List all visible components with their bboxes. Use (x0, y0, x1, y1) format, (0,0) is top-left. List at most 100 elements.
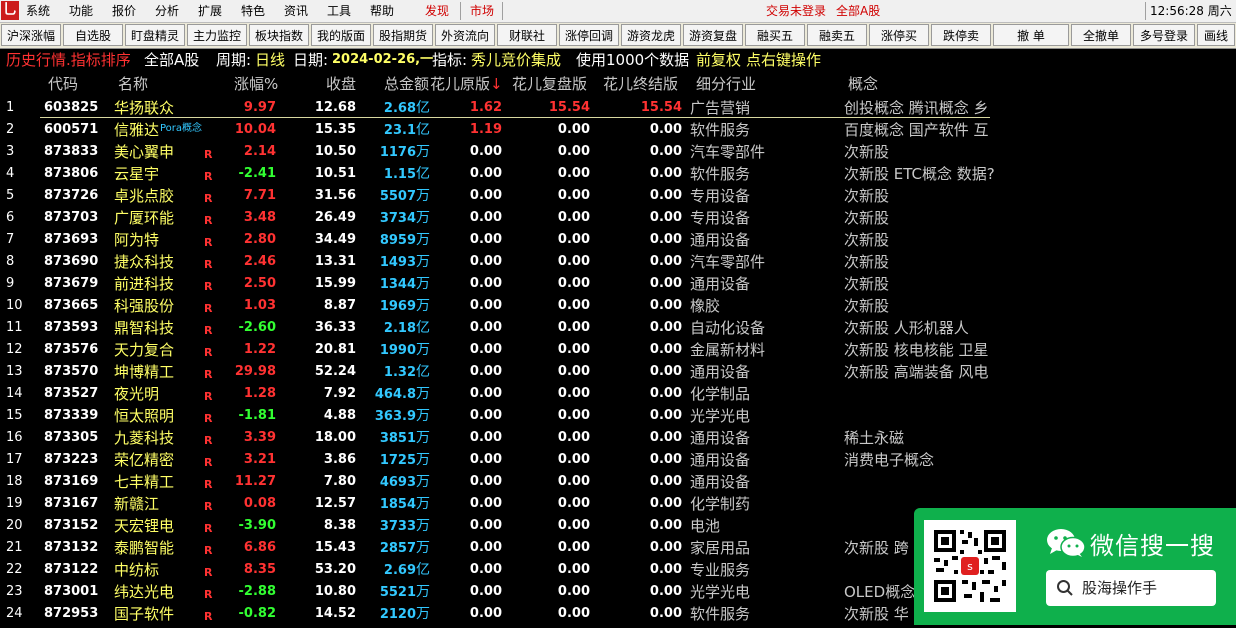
market-scope[interactable]: 全部A股 (836, 0, 880, 22)
wechat-promo[interactable]: s 微信搜一搜 股海操作手 (914, 508, 1236, 625)
col-header-amount[interactable]: 总金额 (384, 74, 429, 94)
col-header-final[interactable]: 花儿终结版 (603, 74, 678, 94)
toolbar-button-7[interactable]: 外资流向 (435, 24, 495, 46)
close-price: 3.86 (323, 452, 356, 467)
huaer-orig: 0.00 (469, 342, 502, 357)
toolbar-button-0[interactable]: 沪深涨幅 (1, 24, 61, 46)
table-row[interactable]: 13 873570 坤博精工 R 29.98 52.24 1.32亿 0.00 0.00 0.00… (0, 361, 1236, 383)
table-row[interactable]: 5 873726 卓兆点胶 R 7.71 31.56 5507万 0.00 0.00 0.00 专用… (0, 185, 1236, 207)
industry: 化学制药 (690, 495, 751, 513)
table-row[interactable]: 6 873703 广厦环能 R 3.48 26.49 3734万 0.00 0.00 0.00 专用… (0, 207, 1236, 229)
qr-code-icon: s (924, 520, 1016, 612)
total-amount: 23.1亿 (360, 119, 430, 141)
toolbar-button-17[interactable]: 全撤单 (1071, 24, 1131, 46)
menu-item-7[interactable]: 工具 (327, 0, 351, 22)
row-index: 12 (6, 342, 23, 357)
menu-item-3[interactable]: 分析 (155, 0, 179, 22)
table-row[interactable]: 11 873593 鼎智科技 R -2.60 36.33 2.18亿 0.00 0.00 0.00… (0, 317, 1236, 339)
industry: 专用设备 (690, 209, 751, 227)
toolbar-button-13[interactable]: 融卖五 (807, 24, 867, 46)
toolbar-button-14[interactable]: 涨停买 (869, 24, 929, 46)
period-label: 周期: (216, 51, 252, 69)
table-row[interactable]: 10 873665 科强股份 R 1.03 8.87 1969万 0.00 0.00 0.00 橡胶… (0, 295, 1236, 317)
toolbar-button-11[interactable]: 游资复盘 (683, 24, 743, 46)
toolbar-button-4[interactable]: 板块指数 (249, 24, 309, 46)
menu-item-5[interactable]: 特色 (241, 0, 265, 22)
concept: 次新股 (844, 143, 890, 161)
toolbar-button-10[interactable]: 游资龙虎 (621, 24, 681, 46)
menu-item-0[interactable]: 系统 (26, 0, 50, 22)
amount-value: 2857 (379, 541, 416, 556)
toolbar-button-18[interactable]: 多号登录 (1133, 24, 1195, 46)
huaer-fupan: 0.00 (557, 122, 590, 137)
amount-value: 1990 (379, 343, 416, 358)
toolbar-button-3[interactable]: 主力监控 (187, 24, 247, 46)
col-header-industry[interactable]: 细分行业 (696, 74, 756, 94)
col-header-code[interactable]: 代码 (48, 74, 78, 94)
login-status[interactable]: 交易未登录 (766, 0, 826, 22)
table-row[interactable]: 4 873806 云星宇 R -2.41 10.51 1.15亿 0.00 0.00 0.00 软件… (0, 163, 1236, 185)
table-row[interactable]: 18 873169 七丰精工 R 11.27 7.80 4693万 0.00 0.00 0.00 通… (0, 471, 1236, 493)
table-row[interactable]: 8 873690 捷众科技 R 2.46 13.31 1493万 0.00 0.00 0.00 汽车… (0, 251, 1236, 273)
menu-item-4[interactable]: 扩展 (198, 0, 222, 22)
stock-name: 国子软件 (114, 605, 175, 623)
stock-name: 云星宇 (114, 165, 160, 183)
total-amount: 4693万 (360, 471, 430, 493)
menu-item-8[interactable]: 帮助 (370, 0, 394, 22)
table-row[interactable]: 7 873693 阿为特 R 2.80 34.49 8959万 0.00 0.00 0.00 通用设… (0, 229, 1236, 251)
toolbar-button-15[interactable]: 跌停卖 (931, 24, 991, 46)
table-row[interactable]: 12 873576 天力复合 R 1.22 20.81 1990万 0.00 0.00 0.00 金… (0, 339, 1236, 361)
table-row[interactable]: 16 873305 九菱科技 R 3.39 18.00 3851万 0.00 0.00 0.00 通… (0, 427, 1236, 449)
indicator-label: 指标: (432, 51, 468, 69)
row-index: 14 (6, 386, 23, 401)
menu-discover[interactable]: 发现 (425, 0, 449, 22)
col-header-name[interactable]: 名称 (118, 74, 148, 94)
amount-unit: 万 (416, 606, 430, 622)
col-header-close[interactable]: 收盘 (326, 74, 356, 94)
toolbar-button-9[interactable]: 涨停回调 (559, 24, 619, 46)
table-row[interactable]: 15 873339 恒太照明 R -1.81 4.88 363.9万 0.00 0.00 0.00… (0, 405, 1236, 427)
col-header-fupan[interactable]: 花儿复盘版 (512, 74, 587, 94)
toolbar-button-5[interactable]: 我的版面 (311, 24, 371, 46)
selected-row-underline (40, 117, 990, 118)
toolbar-button-16[interactable]: 撤 单 (993, 24, 1069, 46)
total-amount: 5521万 (360, 581, 430, 603)
toolbar-button-1[interactable]: 自选股 (63, 24, 123, 46)
menu-item-6[interactable]: 资讯 (284, 0, 308, 22)
stock-code: 873806 (44, 166, 99, 181)
stock-code: 873167 (44, 496, 99, 511)
close-price: 14.52 (314, 606, 356, 621)
wechat-search-box[interactable]: 股海操作手 (1046, 570, 1216, 606)
table-row[interactable]: 9 873679 前进科技 R 2.50 15.99 1344万 0.00 0.00 0.00 通用… (0, 273, 1236, 295)
date-value: 2024-02-26,一 (332, 52, 434, 67)
industry: 通用设备 (690, 429, 751, 447)
toolbar-button-19[interactable]: 画线 (1197, 24, 1235, 46)
app-logo-icon: 乚 (1, 1, 19, 20)
col-header-orig[interactable]: 花儿原版↓ (430, 74, 503, 94)
concept: 稀土永磁 (844, 429, 905, 447)
toolbar-button-2[interactable]: 盯盘精灵 (125, 24, 185, 46)
table-row[interactable]: 1 603825 华扬联众 9.97 12.68 2.68亿 1.62 15.54 15.54 广… (0, 97, 1236, 119)
huaer-fupan: 0.00 (557, 298, 590, 313)
amount-value: 2.69 (383, 563, 416, 578)
amount-unit: 万 (416, 452, 430, 468)
toolbar-button-6[interactable]: 股指期货 (373, 24, 433, 46)
menu-item-2[interactable]: 报价 (112, 0, 136, 22)
table-row[interactable]: 17 873223 荣亿精密 R 3.21 3.86 1725万 0.00 0.00 0.00 通用… (0, 449, 1236, 471)
row-index: 24 (6, 606, 23, 621)
menu-market[interactable]: 市场 (470, 0, 494, 22)
huaer-final: 0.00 (649, 452, 682, 467)
stock-code: 873223 (44, 452, 99, 467)
toolbar-button-12[interactable]: 融买五 (745, 24, 805, 46)
table-row[interactable]: 14 873527 夜光明 R 1.28 7.92 464.8万 0.00 0.00 0.00 化学… (0, 383, 1236, 405)
table-row[interactable]: 3 873833 美心翼申 R 2.14 10.50 1176万 0.00 0.00 0.00 汽车… (0, 141, 1236, 163)
menu-item-1[interactable]: 功能 (69, 0, 93, 22)
industry: 光学光电 (690, 583, 751, 601)
toolbar-button-8[interactable]: 财联社 (497, 24, 557, 46)
huaer-orig: 0.00 (469, 232, 502, 247)
col-header-concept[interactable]: 概念 (848, 74, 878, 94)
col-header-change-pct[interactable]: 涨幅% (234, 74, 278, 94)
huaer-fupan: 0.00 (557, 254, 590, 269)
amount-unit: 万 (416, 188, 430, 204)
huaer-final: 15.54 (640, 100, 682, 115)
